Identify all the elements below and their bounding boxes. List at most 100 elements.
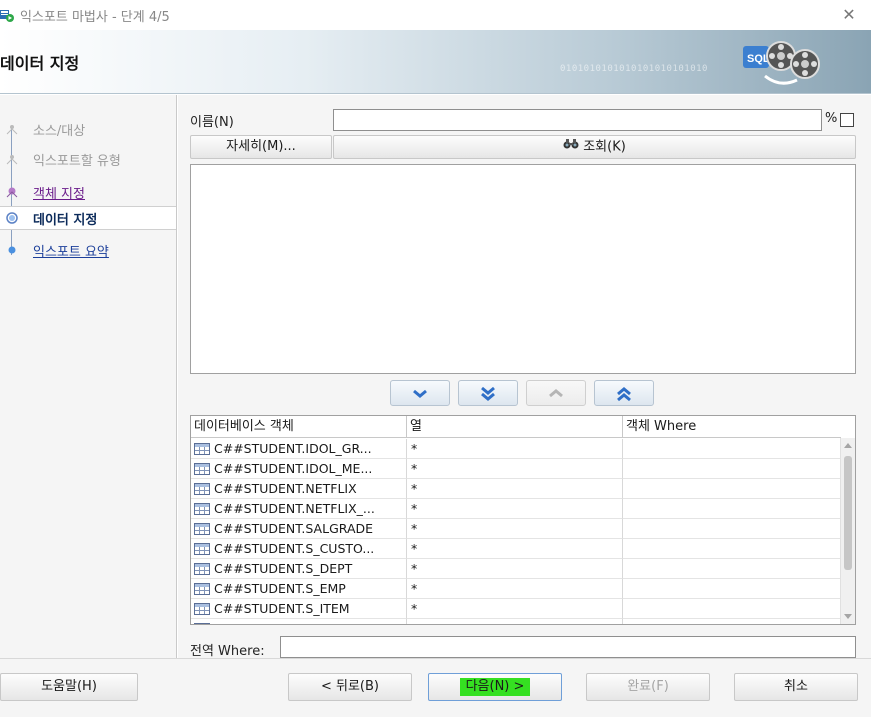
selected-objects-table[interactable]: 데이터베이스 객체 열 객체 Where C##STUDENT.IDOL_GR.… — [190, 415, 856, 625]
where-cell[interactable] — [623, 579, 841, 599]
where-cell[interactable] — [623, 499, 841, 519]
where-cell[interactable] — [623, 519, 841, 539]
table-icon — [194, 543, 210, 555]
object-cell[interactable]: C##STUDENT.S_DEPT — [191, 559, 407, 579]
columns-cell[interactable]: * — [407, 519, 623, 539]
binoculars-icon — [563, 136, 579, 158]
object-cell[interactable]: C##STUDENT.IDOL_GR... — [191, 439, 407, 459]
table-row[interactable]: C##STUDENT.IDOL_ME... * — [191, 459, 841, 479]
header-banner: 데이터 지정 0101010101010101010101010 SQL — [0, 30, 871, 94]
step-label: 익스포트할 유형 — [33, 153, 121, 169]
next-button[interactable]: 다음(N) > — [428, 673, 562, 701]
step-label[interactable]: 익스포트 요약 — [33, 241, 109, 260]
where-cell[interactable] — [623, 559, 841, 579]
table-icon — [194, 603, 210, 615]
where-cell[interactable] — [623, 599, 841, 619]
move-down-button[interactable] — [390, 380, 450, 406]
columns-cell[interactable]: * — [407, 559, 623, 579]
table-icon — [194, 623, 210, 624]
columns-cell[interactable]: * — [407, 459, 623, 479]
where-cell[interactable] — [623, 459, 841, 479]
table-row[interactable]: C##STUDENT.S_EMP * — [191, 579, 841, 599]
table-row[interactable]: C##STUDENT.NETFLIX * — [191, 479, 841, 499]
columns-cell[interactable] — [407, 619, 623, 624]
cancel-button[interactable]: 취소 — [734, 673, 858, 701]
help-button[interactable]: 도움말(H) — [0, 673, 138, 701]
step-label[interactable]: 객체 지정 — [33, 183, 85, 202]
finish-button[interactable]: 완료(F) — [586, 673, 710, 701]
close-icon[interactable]: ✕ — [839, 5, 859, 25]
where-cell[interactable] — [623, 439, 841, 459]
page-title: 데이터 지정 — [0, 54, 80, 73]
columns-cell[interactable]: * — [407, 479, 623, 499]
double-chevron-down-icon — [481, 386, 495, 401]
table-row[interactable]: C##STUDENT.S_ORD — [191, 619, 841, 624]
column-header-object-where[interactable]: 객체 Where — [623, 416, 841, 438]
table-icon — [194, 483, 210, 495]
object-name: C##STUDENT.NETFLIX_... — [214, 501, 375, 516]
wildcard-checkbox[interactable] — [840, 113, 854, 127]
column-header-columns[interactable]: 열 — [407, 416, 623, 438]
step-specify-data: 데이터 지정 — [0, 206, 176, 230]
object-cell[interactable]: C##STUDENT.S_ITEM — [191, 599, 407, 619]
lookup-button[interactable]: 조회(K) — [333, 135, 856, 159]
chevron-down-icon — [413, 389, 427, 398]
object-name: C##STUDENT.S_DEPT — [214, 561, 353, 576]
column-header-object[interactable]: 데이터베이스 객체 — [191, 416, 407, 438]
name-label: 이름(N) — [190, 115, 234, 130]
object-cell[interactable]: C##STUDENT.NETFLIX_... — [191, 499, 407, 519]
name-input[interactable] — [333, 109, 822, 131]
object-cell[interactable]: C##STUDENT.IDOL_ME... — [191, 459, 407, 479]
object-cell[interactable]: C##STUDENT.S_CUSTO... — [191, 539, 407, 559]
table-row[interactable]: C##STUDENT.IDOL_GR... * — [191, 439, 841, 459]
lookup-button-label: 조회(K) — [583, 139, 626, 155]
object-cell[interactable]: C##STUDENT.NETFLIX — [191, 479, 407, 499]
step-label: 데이터 지정 — [33, 212, 98, 228]
where-cell[interactable] — [623, 619, 841, 624]
object-name: C##STUDENT.IDOL_GR... — [214, 441, 372, 456]
table-row[interactable]: C##STUDENT.S_CUSTO... * — [191, 539, 841, 559]
details-button[interactable]: 자세히(M)... — [190, 135, 332, 159]
table-icon — [194, 503, 210, 515]
table-icon — [194, 523, 210, 535]
global-where-input[interactable] — [280, 636, 856, 658]
binary-decoration: 0101010101010101010101010 — [560, 64, 708, 74]
scroll-down-icon[interactable] — [844, 614, 852, 619]
table-icon — [194, 563, 210, 575]
table-icon — [194, 583, 210, 595]
columns-cell[interactable]: * — [407, 599, 623, 619]
double-chevron-up-icon — [617, 387, 631, 402]
move-all-down-button[interactable] — [458, 380, 518, 406]
back-button[interactable]: < 뒤로(B) — [288, 673, 412, 701]
scroll-thumb[interactable] — [844, 456, 852, 570]
available-objects-list[interactable] — [190, 164, 856, 374]
columns-cell[interactable]: * — [407, 439, 623, 459]
object-cell[interactable]: C##STUDENT.S_EMP — [191, 579, 407, 599]
columns-cell[interactable]: * — [407, 499, 623, 519]
wizard-footer: 도움말(H) < 뒤로(B) 다음(N) > 완료(F) 취소 — [0, 658, 871, 717]
step-export-types: 익스포트할 유형 — [0, 147, 176, 171]
table-icon — [194, 463, 210, 475]
move-all-up-button[interactable] — [594, 380, 654, 406]
object-cell[interactable]: C##STUDENT.S_ORD — [191, 619, 407, 624]
columns-cell[interactable]: * — [407, 579, 623, 599]
scroll-up-icon[interactable] — [844, 443, 852, 448]
step-specify-objects[interactable]: 객체 지정 — [0, 180, 176, 204]
step-label: 소스/대상 — [33, 123, 86, 139]
where-cell[interactable] — [623, 479, 841, 499]
step-source-target: 소스/대상 — [0, 117, 176, 141]
columns-cell[interactable]: * — [407, 539, 623, 559]
window-title: 익스포트 마법사 - 단계 4/5 — [20, 9, 170, 25]
object-name: C##STUDENT.NETFLIX — [214, 481, 357, 496]
where-cell[interactable] — [623, 539, 841, 559]
object-name: C##STUDENT.S_CUSTO... — [214, 541, 375, 556]
table-row[interactable]: C##STUDENT.S_DEPT * — [191, 559, 841, 579]
object-cell[interactable]: C##STUDENT.SALGRADE — [191, 519, 407, 539]
table-scrollbar[interactable] — [840, 438, 855, 624]
step-export-summary[interactable]: 익스포트 요약 — [0, 238, 176, 262]
table-row[interactable]: C##STUDENT.S_ITEM * — [191, 599, 841, 619]
table-row[interactable]: C##STUDENT.NETFLIX_... * — [191, 499, 841, 519]
move-up-button[interactable] — [526, 380, 586, 406]
table-row[interactable]: C##STUDENT.SALGRADE * — [191, 519, 841, 539]
percent-label: % — [825, 111, 838, 126]
